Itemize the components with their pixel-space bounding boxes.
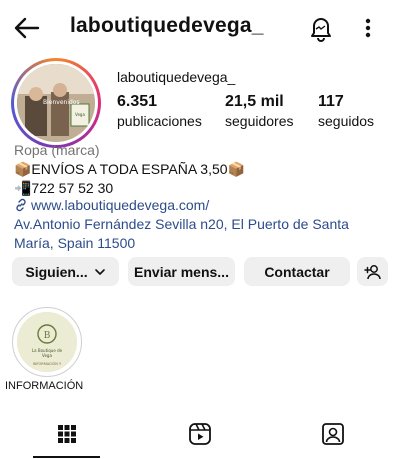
top-bar: laboutiquedevega_ [0, 0, 400, 56]
highlight-logo-image: B La Boutique de Vega INFORMACIÓN Y [17, 312, 77, 372]
story-highlight[interactable]: B La Boutique de Vega INFORMACIÓN Y [12, 307, 82, 377]
avatar-photo: Vega Bienvenidos [17, 64, 95, 142]
bell-icon[interactable] [308, 14, 334, 42]
reels-icon[interactable] [188, 422, 212, 446]
following-button-label: Siguien... [25, 263, 88, 280]
grid-icon[interactable] [55, 422, 79, 446]
back-arrow-icon[interactable] [14, 16, 40, 40]
profile-tabs [0, 414, 400, 459]
message-button-label: Enviar mens... [134, 263, 229, 280]
stat-followers[interactable]: 21,5 mil seguidores [225, 93, 294, 129]
stat-posts-value: 6.351 [117, 93, 158, 110]
stat-posts[interactable]: 6.351 publicaciones [117, 93, 202, 129]
stat-posts-label: publicaciones [117, 113, 202, 129]
profile-category: Ropa (marca) [14, 142, 100, 158]
profile-link[interactable]: www.laboutiquedevega.com/ [14, 196, 209, 215]
contact-button[interactable]: Contactar [244, 257, 350, 286]
tagged-icon[interactable] [321, 422, 345, 446]
avatar-text: Bienvenidos [43, 99, 80, 106]
contact-button-label: Contactar [264, 263, 330, 280]
following-button[interactable]: Siguien... [12, 257, 119, 286]
stat-followers-label: seguidores [225, 113, 294, 129]
stat-following-label: seguidos [318, 113, 375, 129]
link-icon [16, 198, 26, 212]
svg-text:Vega: Vega [75, 112, 85, 117]
highlight-label: INFORMACIÓN [5, 380, 84, 392]
storefront-image: Vega Bienvenidos [17, 64, 95, 142]
page-title: laboutiquedevega_ [70, 14, 264, 37]
highlight-image-text: INFORMACIÓN Y [33, 361, 62, 366]
more-vertical-icon[interactable] [360, 14, 376, 42]
svg-text:B: B [44, 331, 51, 341]
chevron-down-icon [94, 268, 105, 275]
svg-text:Vega: Vega [42, 353, 52, 358]
stat-following-value: 117 [318, 93, 344, 110]
profile-link-text[interactable]: www.laboutiquedevega.com/ [31, 197, 209, 213]
add-person-icon [363, 264, 381, 279]
stat-following[interactable]: 117 seguidos [318, 93, 374, 129]
highlight-cover: B La Boutique de Vega INFORMACIÓN Y [17, 312, 77, 372]
suggest-people-button[interactable] [357, 257, 388, 286]
active-tab-indicator [33, 456, 100, 458]
message-button[interactable]: Enviar mens... [128, 257, 235, 286]
profile-address[interactable]: Av.Antonio Fernández Sevilla n20, El Pue… [14, 215, 384, 253]
profile-username: laboutiquedevega_ [117, 69, 236, 85]
stat-followers-value: 21,5 mil [225, 93, 284, 110]
bio-shipping: 📦ENVÍOS A TODA ESPAÑA 3,50📦 [14, 161, 245, 177]
profile-avatar[interactable]: Vega Bienvenidos [11, 58, 101, 148]
